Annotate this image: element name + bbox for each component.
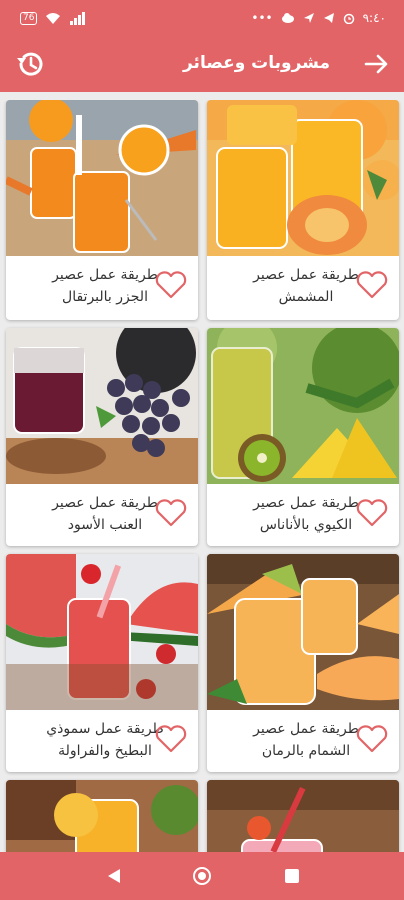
recipe-caption: طريقة عمل عصير العنب الأسود [6, 484, 198, 546]
heart-icon[interactable] [355, 498, 389, 528]
recipe-caption: طريقة عمل عصير الكيوي بالأناناس [207, 484, 399, 546]
recipe-caption: طريقة عمل سموذي البطيخ والفراولة [6, 710, 198, 772]
recipe-card[interactable]: طريقة عمل عصير الجزر بالبرتقال [6, 100, 198, 320]
page-title: مشروبات وعصائر [182, 53, 330, 73]
recipe-title: طريقة عمل عصير الكيوي بالأناناس [253, 495, 359, 533]
heart-icon[interactable] [154, 498, 188, 528]
status-bar: 76 ••• ٩:٤٠ [0, 0, 404, 36]
recipe-card[interactable] [6, 780, 198, 852]
history-icon[interactable] [14, 48, 46, 80]
notification-dots-icon: ••• [251, 11, 273, 25]
recipe-caption: طريقة عمل عصير الشمام بالرمان [207, 710, 399, 772]
navigation-icon [303, 13, 314, 23]
recipe-card[interactable]: طريقة عمل سموذي البطيخ والفراولة [6, 554, 198, 772]
system-nav-bar [0, 852, 404, 900]
triangle-back-icon[interactable] [104, 866, 124, 886]
recipe-image-partial [6, 780, 198, 852]
arrow-right-icon[interactable] [362, 50, 390, 78]
recipe-card[interactable]: طريقة عمل عصير الشمام بالرمان [207, 554, 399, 772]
heart-icon[interactable] [355, 724, 389, 754]
signal-icon [70, 12, 86, 25]
recipe-title: طريقة عمل عصير الجزر بالبرتقال [52, 267, 158, 305]
recipe-title: طريقة عمل سموذي البطيخ والفراولة [46, 721, 164, 759]
recipe-caption: طريقة عمل عصير الجزر بالبرتقال [6, 256, 198, 320]
recipe-image-black-grape [6, 328, 198, 484]
recipe-image-partial [207, 780, 399, 852]
recipe-title: طريقة عمل عصير العنب الأسود [52, 495, 158, 533]
circle-home-icon[interactable] [192, 866, 212, 886]
telegram-icon [323, 13, 334, 23]
recipe-image-apricot [207, 100, 399, 256]
heart-icon[interactable] [154, 724, 188, 754]
app-bar: مشروبات وعصائر [0, 36, 404, 92]
wifi-icon [46, 13, 61, 24]
recipe-grid: طريقة عمل عصير المشمش طريقة عمل عصير الج… [0, 100, 404, 852]
recipe-image-watermelon-strawberry [6, 554, 198, 710]
battery-icon: 76 [20, 11, 38, 25]
cloud-icon [281, 13, 294, 23]
recipe-card[interactable] [207, 780, 399, 852]
recipe-image-kiwi-pineapple [207, 328, 399, 484]
recipe-image-carrot-orange [6, 100, 198, 256]
recipe-image-melon-pomegranate [207, 554, 399, 710]
recipe-caption: طريقة عمل عصير المشمش [207, 256, 399, 320]
recipe-card[interactable]: طريقة عمل عصير العنب الأسود [6, 328, 198, 546]
recipe-card[interactable]: طريقة عمل عصير الكيوي بالأناناس [207, 328, 399, 546]
alarm-icon [343, 13, 354, 24]
square-recents-icon[interactable] [282, 866, 302, 886]
heart-icon[interactable] [154, 270, 188, 300]
recipe-title: طريقة عمل عصير الشمام بالرمان [253, 721, 359, 759]
recipe-card[interactable]: طريقة عمل عصير المشمش [207, 100, 399, 320]
recipe-title: طريقة عمل عصير المشمش [253, 267, 359, 305]
status-time: ٩:٤٠ [362, 11, 386, 25]
heart-icon[interactable] [355, 270, 389, 300]
